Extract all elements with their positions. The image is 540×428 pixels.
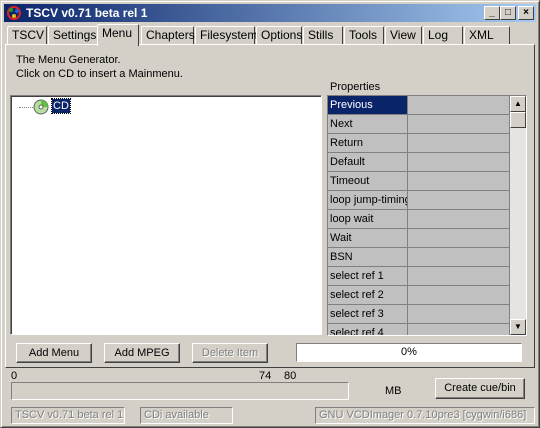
scroll-down-arrow-icon[interactable]: ▼ bbox=[510, 319, 526, 335]
app-window: TSCV v0.71 beta rel 1 _ □ × TSCV Setting… bbox=[0, 0, 540, 428]
property-name: select ref 4 bbox=[328, 324, 408, 335]
property-name: Wait bbox=[328, 229, 408, 248]
property-row-return[interactable]: Return bbox=[328, 134, 510, 153]
property-name: loop jump-timing bbox=[328, 191, 408, 210]
tab-xml[interactable]: XML bbox=[464, 26, 510, 45]
maximize-button[interactable]: □ bbox=[500, 6, 516, 20]
property-row-default[interactable]: Default bbox=[328, 153, 510, 172]
tab-menu[interactable]: Menu bbox=[97, 24, 139, 46]
property-name: select ref 2 bbox=[328, 286, 408, 305]
cd-icon bbox=[33, 99, 49, 115]
properties-title: Properties bbox=[330, 81, 381, 93]
tab-log[interactable]: Log bbox=[423, 26, 463, 45]
create-cue-bin-button[interactable]: Create cue/bin bbox=[435, 378, 525, 399]
status-version: TSCV v0.71 beta rel 1 bbox=[11, 407, 125, 424]
property-value[interactable] bbox=[408, 267, 510, 286]
property-name: select ref 3 bbox=[328, 305, 408, 324]
property-row-previous[interactable]: Previous bbox=[328, 96, 510, 115]
tree-connector bbox=[19, 107, 33, 108]
property-row-select-ref-4[interactable]: select ref 4 bbox=[328, 324, 510, 335]
tab-chapters[interactable]: Chapters bbox=[141, 26, 195, 45]
tab-strip: TSCV Settings Menu Chapters Filesystem O… bbox=[5, 24, 535, 46]
property-value[interactable] bbox=[408, 134, 510, 153]
capacity-unit: MB bbox=[385, 385, 402, 397]
progress-label: 0% bbox=[401, 346, 417, 358]
scroll-thumb[interactable] bbox=[510, 112, 526, 128]
title-bar[interactable]: TSCV v0.71 beta rel 1 _ □ × bbox=[4, 4, 536, 22]
property-value[interactable] bbox=[408, 286, 510, 305]
property-name: BSN bbox=[328, 248, 408, 267]
property-value[interactable] bbox=[408, 153, 510, 172]
property-row-select-ref-2[interactable]: select ref 2 bbox=[328, 286, 510, 305]
property-row-timeout[interactable]: Timeout bbox=[328, 172, 510, 191]
scroll-up-arrow-icon[interactable]: ▲ bbox=[510, 96, 526, 112]
progress-bar: 0% bbox=[296, 343, 522, 362]
menu-intro: The Menu Generator. Click on CD to inser… bbox=[16, 53, 183, 81]
capacity-scale-start: 0 bbox=[11, 370, 18, 382]
minimize-button[interactable]: _ bbox=[484, 6, 500, 20]
property-name: Next bbox=[328, 115, 408, 134]
property-row-loop-jump-timing[interactable]: loop jump-timing bbox=[328, 191, 510, 210]
property-value[interactable] bbox=[408, 191, 510, 210]
capacity-scale-74: 74 bbox=[259, 370, 272, 382]
property-value[interactable] bbox=[408, 172, 510, 191]
tab-filesystem[interactable]: Filesystem bbox=[195, 26, 257, 45]
property-name: loop wait bbox=[328, 210, 408, 229]
property-value[interactable] bbox=[408, 210, 510, 229]
capacity-bar bbox=[11, 382, 349, 400]
add-mpeg-button[interactable]: Add MPEG bbox=[104, 343, 180, 363]
tab-tools[interactable]: Tools bbox=[344, 26, 384, 45]
status-cdi: CDi available bbox=[140, 407, 233, 424]
property-row-next[interactable]: Next bbox=[328, 115, 510, 134]
property-name: Return bbox=[328, 134, 408, 153]
property-name: Timeout bbox=[328, 172, 408, 191]
property-row-bsn[interactable]: BSN bbox=[328, 248, 510, 267]
property-row-select-ref-1[interactable]: select ref 1 bbox=[328, 267, 510, 286]
property-value[interactable] bbox=[408, 324, 510, 335]
property-value[interactable] bbox=[408, 115, 510, 134]
property-value[interactable] bbox=[408, 96, 510, 115]
status-vcdimager: GNU VCDImager 0.7.10pre3 [cygwin/i686] bbox=[315, 407, 535, 424]
app-logo-icon bbox=[7, 6, 21, 20]
menu-tree[interactable]: CD bbox=[10, 95, 322, 335]
property-row-wait[interactable]: Wait bbox=[328, 229, 510, 248]
close-button[interactable]: × bbox=[518, 6, 534, 20]
intro-instruction: Click on CD to insert a Mainmenu. bbox=[16, 68, 183, 80]
property-name: select ref 1 bbox=[328, 267, 408, 286]
tab-stills[interactable]: Stills bbox=[303, 26, 343, 45]
property-name: Default bbox=[328, 153, 408, 172]
tab-view[interactable]: View bbox=[385, 26, 422, 45]
tab-settings[interactable]: Settings bbox=[48, 26, 98, 45]
properties-scrollbar[interactable]: ▲ ▼ bbox=[510, 96, 526, 335]
property-value[interactable] bbox=[408, 248, 510, 267]
property-row-select-ref-3[interactable]: select ref 3 bbox=[328, 305, 510, 324]
window-title: TSCV v0.71 beta rel 1 bbox=[26, 6, 148, 20]
menu-panel: The Menu Generator. Click on CD to inser… bbox=[5, 44, 535, 368]
tab-tscv[interactable]: TSCV bbox=[7, 26, 47, 45]
capacity-scale-80: 80 bbox=[284, 370, 297, 382]
add-menu-button[interactable]: Add Menu bbox=[16, 343, 92, 363]
property-row-loop-wait[interactable]: loop wait bbox=[328, 210, 510, 229]
tree-node-cd[interactable]: CD bbox=[51, 98, 71, 114]
intro-heading: The Menu Generator. bbox=[16, 54, 121, 66]
delete-item-button[interactable]: Delete Item bbox=[192, 343, 268, 363]
properties-grid[interactable]: Previous Next Return Default Timeout loo… bbox=[327, 95, 527, 336]
property-name: Previous bbox=[328, 96, 408, 115]
property-value[interactable] bbox=[408, 305, 510, 324]
tab-options[interactable]: Options bbox=[256, 26, 302, 45]
property-value[interactable] bbox=[408, 229, 510, 248]
